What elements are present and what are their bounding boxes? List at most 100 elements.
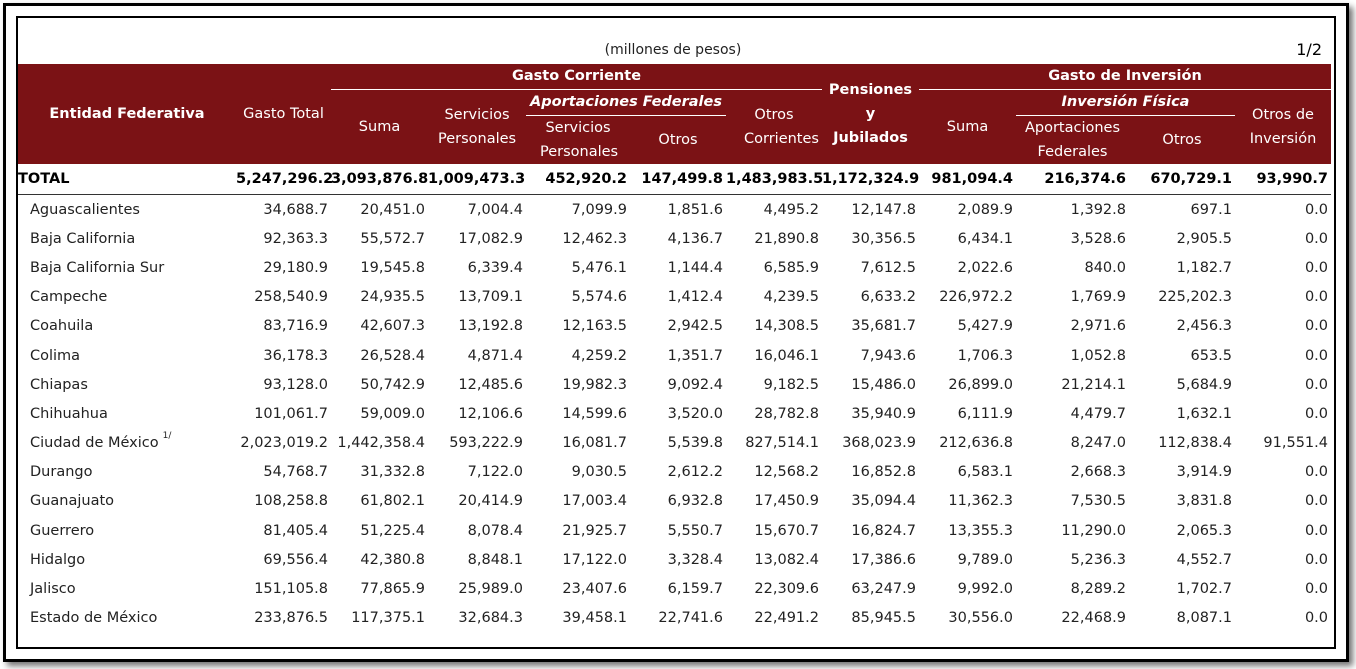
row-value-cell: 3,520.0 [667, 405, 723, 422]
row-value-cell: 31,332.8 [360, 464, 425, 481]
row-value-cell: 69,556.4 [263, 551, 328, 568]
entity-label: Baja California [30, 230, 136, 247]
row-value-cell: 63,247.9 [851, 581, 916, 598]
row-value-cell: 0.0 [1304, 405, 1328, 422]
header-aportaciones-federales: Aportaciones Federales [526, 89, 726, 116]
entity-label: Colima [30, 347, 81, 364]
table-row: Guanajuato 108,258.8 61,802.1 20,414.9 17,00… [18, 487, 1331, 516]
row-value-cell: 5,247,296.2 [236, 164, 333, 195]
row-value-cell: 20,414.9 [458, 493, 523, 510]
row-entity-name: Aguascalientes [18, 195, 236, 225]
table-row: Chihuahua 101,061.7 59,009.0 12,106.6 14,599… [18, 399, 1331, 428]
row-value-cell: 653.5 [1190, 347, 1232, 364]
header-suma: Suma [331, 89, 428, 164]
table-row: Guerrero 81,405.4 51,225.4 8,078.4 21,925.7 5… [18, 516, 1331, 545]
table-row: Estado de México 233,876.5 117,375.1 32,684… [18, 604, 1331, 633]
row-value-cell: 216,374.6 [1016, 164, 1129, 195]
row-value-cell: 16,824.7 [851, 522, 916, 539]
row-value-cell: 981,094.4 [919, 164, 1016, 195]
row-value-cell: 1,442,358.4 [337, 435, 425, 452]
row-value-cell: 0.0 [1304, 522, 1328, 539]
row-value-cell: 697.1 [1190, 201, 1232, 218]
row-value-cell: 55,572.7 [360, 230, 425, 247]
row-value-cell: 32,684.3 [458, 610, 523, 627]
row-value-cell: 2,971.6 [1070, 318, 1126, 335]
row-value-cell: 35,940.9 [851, 405, 916, 422]
row-value-cell: 225,202.3 [1158, 289, 1232, 306]
row-value-cell: 0.0 [1304, 464, 1328, 481]
row-value-cell: 14,599.6 [562, 405, 627, 422]
row-value-cell: 6,111.9 [957, 405, 1013, 422]
row-value-cell: 670,729.1 [1129, 164, 1235, 195]
row-value-cell: 16,046.1 [754, 347, 819, 364]
table-panel: (millones de pesos) 1/2 Entidad Federati… [16, 16, 1336, 649]
header-pensiones: Pensiones y Jubilados [822, 64, 919, 164]
row-value-cell: 108,258.8 [254, 493, 328, 510]
row-value-cell: 17,003.4 [562, 493, 627, 510]
table-row: Baja California Sur 29,180.9 19,545.8 6,339… [18, 253, 1331, 282]
row-value-cell: 13,709.1 [458, 289, 523, 306]
row-value-cell: 6,434.1 [957, 230, 1013, 247]
entity-label: Jalisco [30, 581, 76, 598]
row-value-cell: 1,706.3 [957, 347, 1013, 364]
row-value-cell: 3,528.6 [1070, 230, 1126, 247]
row-value-cell: 50,742.9 [360, 376, 425, 393]
row-value-cell: 117,375.1 [351, 610, 425, 627]
header-suma-inversion: Suma [919, 89, 1016, 164]
row-value-cell: 368,023.9 [842, 435, 916, 452]
row-value-cell: 4,136.7 [667, 230, 723, 247]
row-value-cell: 4,552.7 [1176, 551, 1232, 568]
row-value-cell: 15,486.0 [851, 376, 916, 393]
row-value-cell: 12,147.8 [851, 201, 916, 218]
row-value-cell: 6,585.9 [763, 259, 819, 276]
table-row: Coahuila 83,716.9 42,607.3 13,192.8 12,163.5… [18, 312, 1331, 341]
entity-label: Aguascalientes [30, 201, 140, 218]
row-entity-name: Durango [18, 458, 236, 487]
row-value-cell: 6,932.8 [667, 493, 723, 510]
row-value-cell: 17,386.6 [851, 551, 916, 568]
page-indicator: 1/2 [1296, 40, 1322, 59]
row-value-cell: 1,632.1 [1176, 405, 1232, 422]
row-value-cell: 22,309.6 [754, 581, 819, 598]
row-value-cell: 30,356.5 [851, 230, 916, 247]
header-ap-servicios-personales: Servicios Personales [526, 115, 630, 164]
row-value-cell: 101,061.7 [254, 405, 328, 422]
row-value-cell: 83,716.9 [263, 318, 328, 335]
row-value-cell: 1,009,473.3 [428, 164, 526, 195]
row-value-cell: 9,092.4 [667, 376, 723, 393]
table-row: Baja California 92,363.3 55,572.7 17,082.9 1… [18, 224, 1331, 253]
row-value-cell: 0.0 [1304, 318, 1328, 335]
row-value-cell: 2,022.6 [957, 259, 1013, 276]
row-value-cell: 7,004.4 [467, 201, 523, 218]
row-value-cell: 1,483,983.5 [726, 164, 823, 195]
row-value-cell: 5,550.7 [667, 522, 723, 539]
spending-table: Entidad Federativa Gasto Total Gasto Cor… [18, 64, 1331, 633]
row-value-cell: 0.0 [1304, 289, 1328, 306]
row-value-cell: 93,128.0 [263, 376, 328, 393]
row-value-cell: 1,769.9 [1070, 289, 1126, 306]
row-value-cell: 42,380.8 [360, 551, 425, 568]
row-entity-name: Coahuila [18, 312, 236, 341]
row-value-cell: 3,831.8 [1176, 493, 1232, 510]
row-value-cell: 42,607.3 [360, 318, 425, 335]
row-value-cell: 4,259.2 [571, 347, 627, 364]
header-gasto-corriente: Gasto Corriente [331, 64, 822, 90]
table-row: Chiapas 93,128.0 50,742.9 12,485.6 19,982.3 9… [18, 370, 1331, 399]
row-entity-name: Chihuahua [18, 399, 236, 428]
row-value-cell: 29,180.9 [263, 259, 328, 276]
row-value-cell: 0.0 [1304, 581, 1328, 598]
row-value-cell: 24,935.5 [360, 289, 425, 306]
row-value-cell: 2,942.5 [667, 318, 723, 335]
row-value-cell: 147,499.8 [630, 164, 726, 195]
row-entity-name: Guanajuato [18, 487, 236, 516]
header-otros-corrientes: Otros Corrientes [726, 89, 822, 164]
row-value-cell: 9,182.5 [763, 376, 819, 393]
table-row: Jalisco 151,105.8 77,865.9 25,989.0 23,407.6… [18, 574, 1331, 603]
row-value-cell: 5,574.6 [571, 289, 627, 306]
row-value-cell: 12,163.5 [562, 318, 627, 335]
row-value-cell: 34,688.7 [263, 201, 328, 218]
row-value-cell: 1,172,324.9 [822, 164, 919, 195]
row-value-cell: 92,363.3 [263, 230, 328, 247]
entity-label: TOTAL [18, 171, 70, 187]
row-value-cell: 12,568.2 [754, 464, 819, 481]
